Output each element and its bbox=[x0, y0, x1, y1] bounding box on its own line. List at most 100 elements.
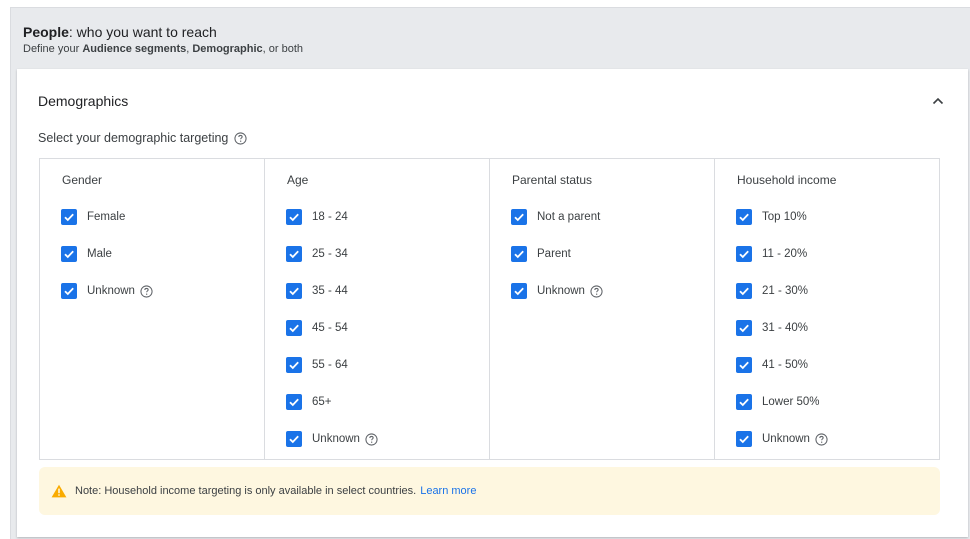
checkbox-option-household-income[interactable]: Lower 50% bbox=[736, 394, 820, 410]
check-icon bbox=[739, 398, 749, 407]
people-subtitle: Define your Audience segments, Demograph… bbox=[23, 42, 303, 56]
demographic-targeting-subtitle: Select your demographic targeting bbox=[38, 131, 247, 145]
check-icon bbox=[64, 250, 74, 259]
checkbox[interactable] bbox=[736, 283, 752, 299]
checkbox-label: 31 - 40% bbox=[762, 322, 809, 334]
check-icon bbox=[64, 287, 74, 296]
checkbox-option-parental-status[interactable]: Not a parent bbox=[511, 209, 600, 225]
help-circle-icon[interactable] bbox=[365, 432, 378, 446]
demographics-grid: Gender Female Male Unknown Age 18 - 24 25 - 34… bbox=[39, 158, 940, 460]
checkbox-label: 41 - 50% bbox=[762, 359, 809, 371]
checkbox[interactable] bbox=[286, 394, 302, 410]
checkbox[interactable] bbox=[511, 209, 527, 225]
checkbox[interactable] bbox=[286, 283, 302, 299]
checkbox-option-parental-status[interactable]: Unknown bbox=[511, 283, 603, 299]
checkbox-option-household-income[interactable]: 41 - 50% bbox=[736, 357, 808, 373]
checkbox-option-parental-status[interactable]: Parent bbox=[511, 246, 571, 262]
checkbox-label: 11 - 20% bbox=[762, 248, 808, 260]
checkbox[interactable] bbox=[61, 209, 77, 225]
check-icon bbox=[289, 287, 299, 296]
warning-triangle-icon bbox=[51, 484, 67, 498]
checkbox-label: Top 10% bbox=[762, 211, 807, 223]
checkbox-option-household-income[interactable]: Unknown bbox=[736, 431, 828, 447]
checkbox-option-age[interactable]: 25 - 34 bbox=[286, 246, 348, 262]
checkbox[interactable] bbox=[736, 246, 752, 262]
checkbox-option-age[interactable]: 55 - 64 bbox=[286, 357, 348, 373]
check-icon bbox=[739, 361, 749, 370]
people-title: People: who you want to reach bbox=[23, 24, 303, 41]
checkbox[interactable] bbox=[736, 357, 752, 373]
column-gender: Gender Female Male Unknown bbox=[40, 159, 265, 459]
checkbox-option-gender[interactable]: Male bbox=[61, 246, 112, 262]
check-icon bbox=[739, 250, 749, 259]
people-header: People: who you want to reach Define you… bbox=[23, 24, 303, 56]
checkbox[interactable] bbox=[286, 246, 302, 262]
checkbox-label: 65+ bbox=[312, 396, 332, 408]
column-heading-age: Age bbox=[287, 173, 309, 187]
checkbox-label: Unknown bbox=[762, 433, 810, 445]
checkbox-label: Male bbox=[87, 248, 112, 260]
demographic-targeting-label: Select your demographic targeting bbox=[38, 131, 229, 145]
checkbox-label: 18 - 24 bbox=[312, 211, 348, 223]
checkbox[interactable] bbox=[286, 357, 302, 373]
people-subtitle-suffix: , or both bbox=[262, 43, 304, 55]
checkbox[interactable] bbox=[736, 394, 752, 410]
note-text: Note: Household income targeting is only… bbox=[75, 485, 417, 497]
checkbox[interactable] bbox=[286, 209, 302, 225]
checkbox[interactable] bbox=[286, 320, 302, 336]
checkbox-label: 25 - 34 bbox=[312, 248, 348, 260]
column-heading-parental-status: Parental status bbox=[512, 173, 593, 187]
demographics-card: Demographics Select your demographic tar… bbox=[17, 69, 968, 537]
check-icon bbox=[289, 398, 299, 407]
checkbox[interactable] bbox=[736, 431, 752, 447]
chevron-up-icon[interactable] bbox=[930, 93, 946, 109]
help-circle-icon[interactable] bbox=[590, 284, 603, 298]
people-title-rest: : who you want to reach bbox=[68, 24, 217, 40]
checkbox-label: 45 - 54 bbox=[312, 322, 348, 334]
column-heading-household-income: Household income bbox=[737, 173, 837, 187]
checkbox-label: Unknown bbox=[312, 433, 360, 445]
checkbox-label: Not a parent bbox=[537, 211, 601, 223]
checkbox-label: Parent bbox=[537, 248, 571, 260]
people-subtitle-prefix: Define your bbox=[23, 43, 83, 55]
checkbox[interactable] bbox=[286, 431, 302, 447]
learn-more-link[interactable]: Learn more bbox=[420, 485, 476, 497]
checkbox-option-age[interactable]: 65+ bbox=[286, 394, 332, 410]
checkbox-option-gender[interactable]: Female bbox=[61, 209, 125, 225]
checkbox-option-age[interactable]: 18 - 24 bbox=[286, 209, 348, 225]
check-icon bbox=[289, 435, 299, 444]
help-circle-icon[interactable] bbox=[140, 284, 153, 298]
column-heading-gender: Gender bbox=[62, 173, 103, 187]
checkbox-label: Lower 50% bbox=[762, 396, 820, 408]
checkbox-label: 21 - 30% bbox=[762, 285, 809, 297]
checkbox-option-household-income[interactable]: 21 - 30% bbox=[736, 283, 808, 299]
check-icon bbox=[64, 213, 74, 222]
checkbox-option-gender[interactable]: Unknown bbox=[61, 283, 153, 299]
checkbox-option-household-income[interactable]: 11 - 20% bbox=[736, 246, 807, 262]
help-circle-icon[interactable] bbox=[234, 131, 247, 145]
checkbox[interactable] bbox=[736, 209, 752, 225]
checkbox[interactable] bbox=[61, 283, 77, 299]
column-age: Age 18 - 24 25 - 34 35 - 44 45 - 54 55 - 64 65… bbox=[265, 159, 490, 459]
checkbox-option-household-income[interactable]: Top 10% bbox=[736, 209, 807, 225]
demographic-label: Demographic bbox=[192, 43, 263, 55]
check-icon bbox=[289, 324, 299, 333]
check-icon bbox=[514, 287, 524, 296]
checkbox-option-household-income[interactable]: 31 - 40% bbox=[736, 320, 808, 336]
checkbox-label: 35 - 44 bbox=[312, 285, 348, 297]
demographics-title: Demographics bbox=[38, 93, 129, 109]
checkbox[interactable] bbox=[511, 283, 527, 299]
people-title-bold: People bbox=[23, 24, 69, 40]
checkbox-option-age[interactable]: Unknown bbox=[286, 431, 378, 447]
checkbox-label: Female bbox=[87, 211, 126, 223]
checkbox-label: 55 - 64 bbox=[312, 359, 348, 371]
checkbox[interactable] bbox=[61, 246, 77, 262]
checkbox[interactable] bbox=[511, 246, 527, 262]
checkbox[interactable] bbox=[736, 320, 752, 336]
column-household-income: Household income Top 10% 11 - 20% 21 - 30% 3… bbox=[715, 159, 939, 459]
checkbox-option-age[interactable]: 35 - 44 bbox=[286, 283, 348, 299]
checkbox-option-age[interactable]: 45 - 54 bbox=[286, 320, 348, 336]
audience-segments-label: Audience segments bbox=[82, 43, 187, 55]
help-circle-icon[interactable] bbox=[815, 432, 828, 446]
check-icon bbox=[739, 213, 749, 222]
